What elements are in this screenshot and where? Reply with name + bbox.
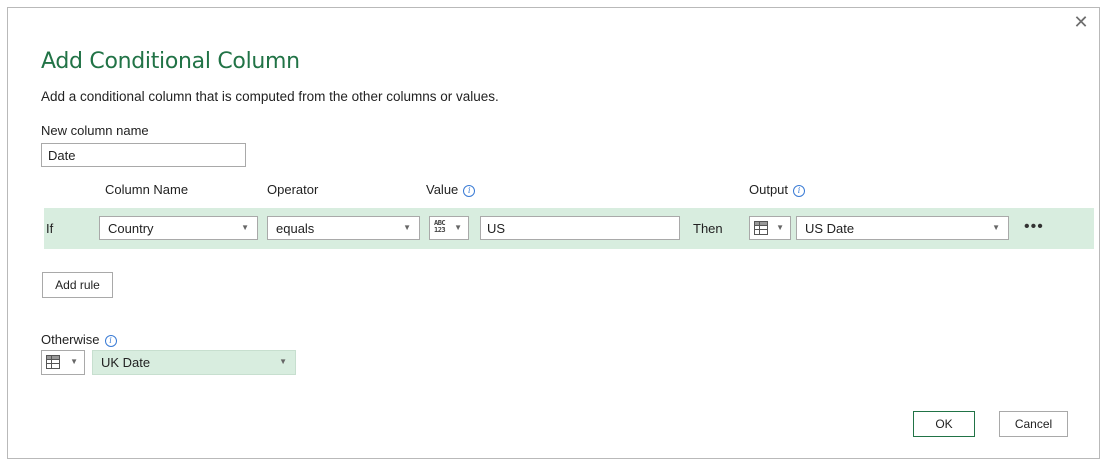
output-select[interactable]: US Date ▼: [796, 216, 1009, 240]
table-icon: [754, 221, 768, 235]
value-header-label: Value: [426, 182, 459, 197]
operator-value: equals: [276, 221, 315, 236]
output-header: Output i: [749, 182, 806, 197]
otherwise-select[interactable]: UK Date ▼: [92, 350, 296, 375]
column-name-header: Column Name: [105, 182, 189, 197]
column-name-select[interactable]: Country ▼: [99, 216, 258, 240]
info-icon[interactable]: i: [104, 335, 117, 347]
info-icon[interactable]: i: [463, 185, 476, 197]
value-type-button[interactable]: ABC 123 ▼: [429, 216, 469, 240]
operator-header: Operator: [267, 182, 319, 197]
output-type-button[interactable]: ▼: [749, 216, 791, 240]
dialog-subtitle: Add a conditional column that is compute…: [41, 89, 499, 104]
cancel-button[interactable]: Cancel: [999, 411, 1068, 437]
close-icon[interactable]: ✕: [1071, 12, 1091, 32]
dialog-title: Add Conditional Column: [41, 49, 300, 74]
value-header: Value i: [426, 182, 476, 197]
chevron-down-icon: ▼: [403, 223, 411, 232]
add-conditional-column-dialog: ✕ Add Conditional Column Add a condition…: [7, 7, 1100, 459]
output-header-label: Output: [749, 182, 789, 197]
operator-select[interactable]: equals ▼: [267, 216, 420, 240]
chevron-down-icon: ▼: [241, 223, 249, 232]
chevron-down-icon: ▼: [776, 223, 784, 232]
abc-123-type-icon: ABC 123: [434, 219, 446, 234]
otherwise-value: UK Date: [101, 355, 151, 370]
chevron-down-icon: ▼: [454, 223, 462, 232]
more-options-icon[interactable]: •••: [1024, 218, 1044, 236]
add-rule-button[interactable]: Add rule: [42, 272, 113, 298]
info-icon[interactable]: i: [793, 185, 806, 197]
otherwise-type-button[interactable]: ▼: [41, 350, 85, 375]
column-name-value: Country: [108, 221, 154, 236]
table-icon: [46, 355, 60, 369]
value-input[interactable]: US: [480, 216, 680, 240]
ok-button[interactable]: OK: [913, 411, 975, 437]
otherwise-label-row: Otherwise i: [41, 332, 117, 347]
output-value: US Date: [805, 221, 855, 236]
then-label: Then: [693, 221, 723, 236]
new-column-name-label: New column name: [41, 123, 149, 138]
chevron-down-icon: ▼: [279, 357, 287, 366]
new-column-name-input[interactable]: Date: [41, 143, 246, 167]
chevron-down-icon: ▼: [70, 357, 78, 366]
if-label: If: [46, 221, 54, 236]
rule-row: If Country ▼ equals ▼ ABC 123 ▼ US Then ▼…: [44, 208, 1094, 249]
otherwise-label: Otherwise: [41, 332, 100, 347]
chevron-down-icon: ▼: [992, 223, 1000, 232]
